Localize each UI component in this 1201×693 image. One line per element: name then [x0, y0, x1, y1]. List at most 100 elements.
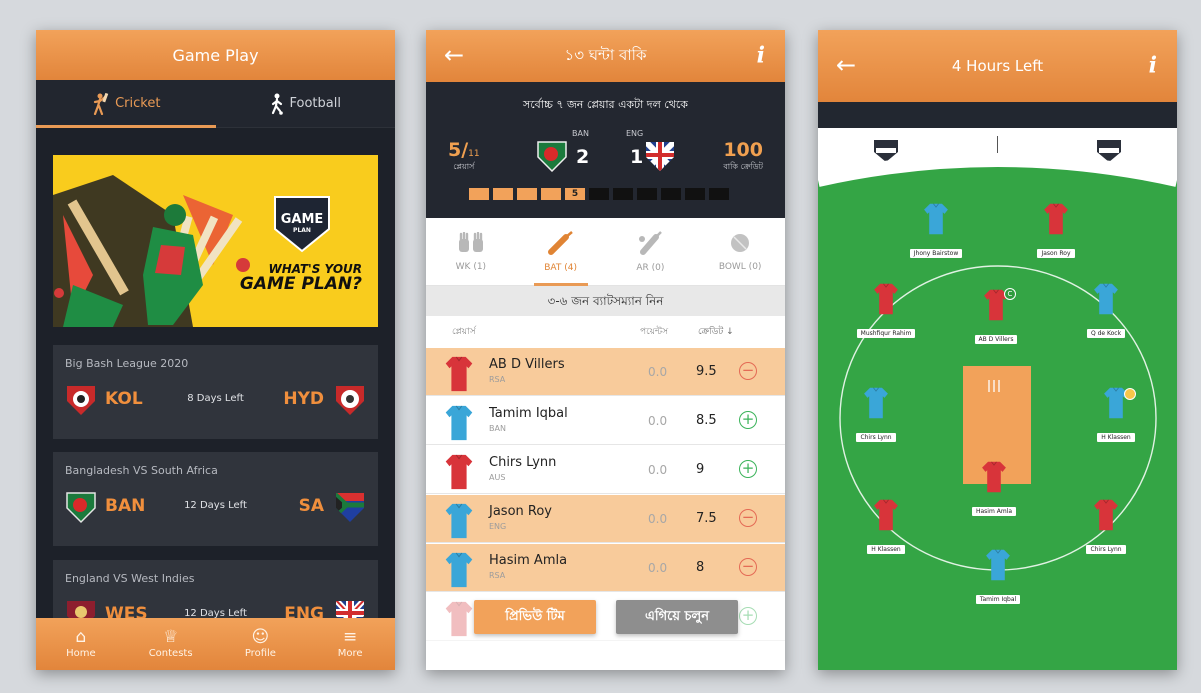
players-selected: 5/	[448, 139, 469, 161]
gloves-icon	[458, 231, 483, 252]
logo-text: GAME PLAN	[269, 213, 335, 234]
nav-more[interactable]: ≡ More	[305, 618, 395, 670]
preview-team-button[interactable]: প্রিভিউ টিম	[474, 600, 596, 634]
field-player[interactable]: Chirs Lynn	[834, 386, 918, 443]
nav-home[interactable]: ⌂ Home	[36, 618, 126, 670]
jersey-icon	[1094, 499, 1118, 531]
back-arrow-icon[interactable]: ←	[836, 51, 856, 79]
back-arrow-icon[interactable]: ←	[444, 41, 464, 69]
player-team: RSA	[489, 571, 506, 580]
nav-contests[interactable]: ♕ Contests	[126, 618, 216, 670]
field-player-name: AB D Villers	[974, 335, 1018, 344]
credit-label: বাকি ক্রেডিট	[723, 162, 763, 171]
tab-ar-label: AR (0)	[636, 262, 665, 273]
jersey-icon	[445, 356, 473, 392]
players-total: 11	[468, 149, 480, 159]
page-title: Game Play	[172, 45, 259, 65]
field-player[interactable]: Chirs Lynn	[1064, 498, 1148, 555]
jersey-icon	[1044, 203, 1068, 235]
col-credit-sort[interactable]: ক্রেডিট ↓	[698, 324, 734, 339]
continue-button[interactable]: এগিয়ে চলুন	[616, 600, 738, 634]
field-player[interactable]: Jason Roy	[1014, 202, 1098, 259]
nav-more-label: More	[337, 648, 363, 659]
tab-cricket[interactable]: Cricket	[36, 80, 216, 128]
bottom-nav: ⌂ Home ♕ Contests ☺ Profile ≡ More	[36, 618, 395, 670]
remove-player-button[interactable]: −	[739, 558, 757, 576]
role-tabs: WK (1) BAT (4) AR (0) BOWL (0)	[426, 218, 785, 286]
jersey-icon	[864, 387, 888, 419]
field-player[interactable]: Hasim Amla	[952, 460, 1036, 517]
promo-banner[interactable]: GAME PLAN WHAT'S YOUR GAME PLAN?	[53, 155, 378, 327]
selection-hint: ৩-৬ জন ব্যাটসম্যান নিন	[426, 286, 785, 316]
match-card[interactable]: Bangladesh VS South Africa BAN 12 Days L…	[53, 452, 378, 546]
tab-bowl-label: BOWL (0)	[718, 261, 762, 272]
game-play-screen: Game Play Cricket Football GAME PLAN WHA…	[36, 30, 395, 670]
cricket-player-illustration	[53, 175, 250, 327]
field-player[interactable]: Mushfiqur Rahim	[844, 282, 928, 339]
player-row[interactable]: Tamim Iqbal BAN 0.0 8.5 +	[426, 397, 785, 445]
field-player-name: Jhony Bairstow	[909, 249, 963, 258]
progress-slot	[589, 188, 609, 200]
field-player[interactable]: H Klassen	[1074, 386, 1158, 443]
progress-slot	[613, 188, 633, 200]
home-icon: ⌂	[75, 627, 87, 647]
progress-slot	[709, 188, 729, 200]
page-title: ১৩ ঘন্টা বাকি	[564, 45, 647, 64]
credit-left: 100 বাকি ক্রেডিট	[723, 139, 763, 174]
field-player-name: Q de Kock	[1086, 329, 1126, 338]
field-player[interactable]: C AB D Villers	[954, 288, 1038, 345]
player-row[interactable]: Hasim Amla RSA 0.0 8 −	[426, 544, 785, 592]
tab-ar[interactable]: AR (0)	[606, 218, 696, 285]
tab-wk-label: WK (1)	[455, 261, 487, 272]
player-row[interactable]: Jason Roy ENG 0.0 7.5 −	[426, 495, 785, 543]
match-status: 8 Days Left	[187, 393, 244, 404]
player-row[interactable]: AB D Villers RSA 0.0 9.5 −	[426, 348, 785, 396]
info-icon[interactable]: i	[1149, 52, 1157, 78]
field-player-name: Chirs Lynn	[856, 433, 896, 442]
tab-bowl[interactable]: BOWL (0)	[695, 218, 785, 285]
tab-football[interactable]: Football	[216, 80, 396, 127]
field-player[interactable]: Q de Kock	[1064, 282, 1148, 339]
tab-bat[interactable]: BAT (4)	[516, 218, 606, 286]
player-team: ENG	[489, 522, 507, 531]
jersey-icon	[986, 549, 1010, 581]
remove-player-button[interactable]: −	[739, 362, 757, 380]
header: Game Play	[36, 30, 395, 80]
progress-slot	[637, 188, 657, 200]
bat-icon	[547, 230, 573, 255]
player-row[interactable]: Chirs Lynn AUS 0.0 9 +	[426, 446, 785, 494]
progress-slot	[541, 188, 561, 200]
field-player[interactable]: Jhony Bairstow	[894, 202, 978, 259]
player-name: AB D Villers	[489, 357, 565, 372]
col-players: প্লেয়ার্স	[452, 326, 476, 337]
remove-player-button[interactable]: −	[739, 509, 757, 527]
field-player-name: Tamim Iqbal	[975, 595, 1021, 604]
field-player-name: H Klassen	[867, 545, 905, 554]
info-icon[interactable]: i	[757, 42, 765, 68]
player-credit: 7.5	[696, 511, 717, 526]
team-builder-screen: ← ১৩ ঘন্টা বাকি i সর্বোচ্চ ৭ জন প্লেয়ার…	[426, 30, 785, 670]
tab-wk[interactable]: WK (1)	[426, 218, 516, 285]
continue-label: এগিয়ে চলুন	[645, 608, 709, 624]
logo-word-plan: PLAN	[293, 227, 311, 234]
field-player[interactable]: H Klassen	[844, 498, 928, 555]
jersey-icon	[445, 503, 473, 539]
team-summary: সর্বোচ্চ ৭ জন প্লেয়ার একটা দল থেকে 5/11…	[426, 82, 785, 218]
field-player-name: Hasim Amla	[971, 507, 1017, 516]
england-flag-icon	[646, 142, 674, 171]
match-league: Bangladesh VS South Africa	[65, 464, 218, 477]
add-player-button[interactable]: +	[739, 460, 757, 478]
match-team-right: HYD	[283, 389, 324, 409]
progress-slot	[493, 188, 513, 200]
team-preview-screen: ← 4 Hours Left i Jhony Bairstow Jason Roy…	[818, 30, 1177, 670]
field-player-name: H Klassen	[1097, 433, 1135, 442]
player-credit: 9.5	[696, 364, 717, 379]
players-count: 5/11 প্লেয়ার্স	[448, 139, 480, 174]
match-card[interactable]: Big Bash League 2020 KOL 8 Days Left HYD	[53, 345, 378, 439]
nav-profile[interactable]: ☺ Profile	[216, 618, 306, 670]
add-player-button[interactable]: +	[739, 411, 757, 429]
progress-slot	[661, 188, 681, 200]
col-points[interactable]: পয়েন্টস	[640, 324, 668, 339]
field-player[interactable]: Tamim Iqbal	[956, 548, 1040, 605]
team1-count: 2	[576, 146, 590, 168]
